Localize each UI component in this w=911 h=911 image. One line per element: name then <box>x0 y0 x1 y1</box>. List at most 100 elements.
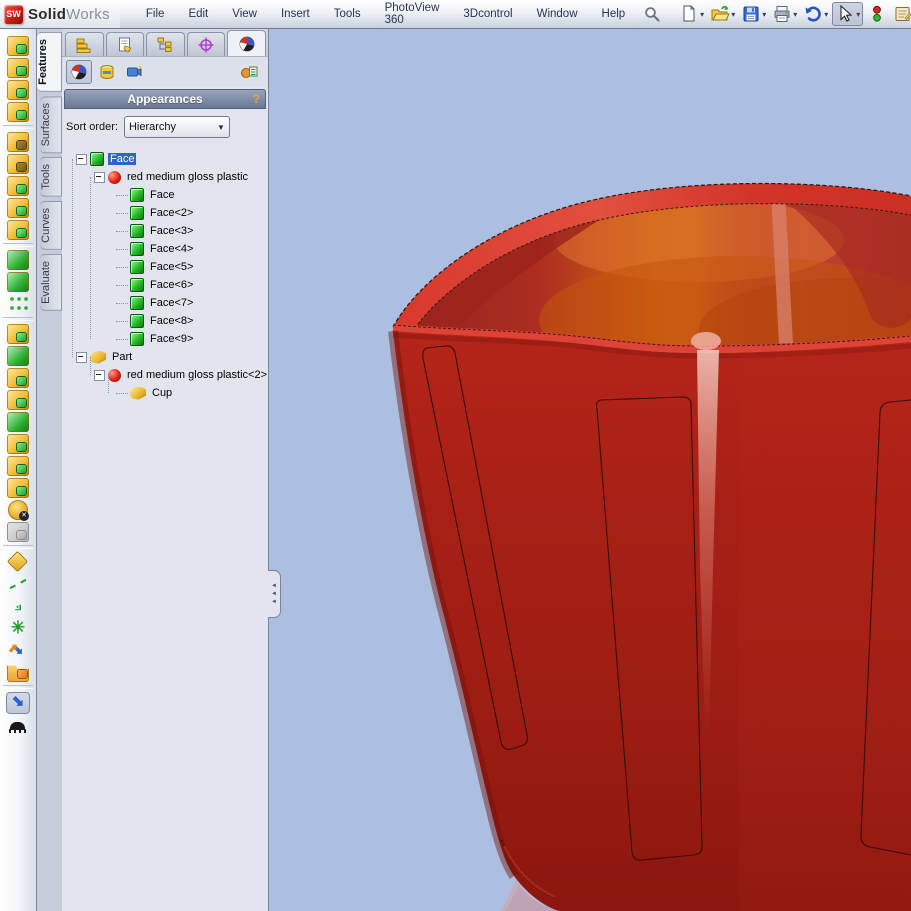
decals-button[interactable] <box>95 61 119 83</box>
tree-item-face-9-[interactable]: Face<9> <box>70 330 268 348</box>
coordinate-system-icon[interactable]: ⟓ <box>7 596 29 616</box>
tree-item-label[interactable]: Face<3> <box>148 225 195 237</box>
tree-item-label[interactable]: Part <box>110 351 134 363</box>
fillet-icon[interactable] <box>7 250 29 270</box>
wrap-icon[interactable] <box>7 390 29 410</box>
imported-folder-icon[interactable] <box>7 662 29 682</box>
dropdown-arrow-icon[interactable]: ▾ <box>762 10 766 19</box>
tree-item-face-6-[interactable]: Face<6> <box>70 276 268 294</box>
save-button[interactable]: ▾ <box>739 3 768 25</box>
hole-wizard-icon[interactable] <box>7 154 29 174</box>
help-button[interactable]: ? <box>253 92 260 106</box>
tree-item-face-3-[interactable]: Face<3> <box>70 222 268 240</box>
model-cup[interactable] <box>269 28 911 911</box>
sort-order-dropdown[interactable]: Hierarchy ▼ <box>124 116 230 138</box>
rib-icon[interactable] <box>7 324 29 344</box>
mirror-icon[interactable] <box>7 434 29 454</box>
dropdown-arrow-icon[interactable]: ▾ <box>700 10 704 19</box>
cup-body[interactable] <box>393 331 911 911</box>
tree-item-part[interactable]: Part <box>70 348 268 366</box>
point-icon[interactable]: ✳ <box>7 618 29 638</box>
tree-item-face[interactable]: Face <box>70 186 268 204</box>
draft-icon[interactable] <box>7 346 29 366</box>
delete-face-icon[interactable] <box>8 500 28 520</box>
undo-button[interactable]: ▾ <box>801 3 830 25</box>
render-options-button[interactable] <box>237 61 261 83</box>
revolved-cut-icon[interactable] <box>7 176 29 196</box>
menu-insert[interactable]: Insert <box>269 0 322 28</box>
tree-expand-box[interactable] <box>76 352 87 363</box>
tab-features[interactable]: Features <box>37 32 62 92</box>
properties-button[interactable] <box>891 3 911 25</box>
flex-icon[interactable] <box>7 522 29 542</box>
appearances-wheel-button[interactable] <box>66 60 92 84</box>
instant3d-icon[interactable]: ⬊ <box>6 692 30 714</box>
linear-pattern-icon[interactable] <box>7 294 29 314</box>
menu-window[interactable]: Window <box>525 0 590 28</box>
tree-item-face-5-[interactable]: Face<5> <box>70 258 268 276</box>
manager-tab-feature-manager[interactable] <box>65 32 104 56</box>
lofted-cut-icon[interactable] <box>7 220 29 240</box>
tree-item-label[interactable]: Face<5> <box>148 261 195 273</box>
tree-item-label[interactable]: Face<7> <box>148 297 195 309</box>
dropdown-arrow-icon[interactable]: ▾ <box>856 10 860 19</box>
tree-item-red-medium-gloss-plastic-2-[interactable]: red medium gloss plastic<2> <box>70 366 268 384</box>
menu-edit[interactable]: Edit <box>176 0 220 28</box>
tree-expand-box[interactable] <box>76 154 87 165</box>
print-button[interactable]: ▾ <box>770 3 799 25</box>
tree-item-label[interactable]: Face<2> <box>148 207 195 219</box>
tree-item-label[interactable]: Face <box>148 189 176 201</box>
menu-file[interactable]: File <box>134 0 177 28</box>
tree-item-face[interactable]: Face <box>70 150 268 168</box>
dropdown-arrow-icon[interactable]: ▾ <box>793 10 797 19</box>
panel-collapse-handle[interactable]: ◄ ◄ ◄ <box>268 570 281 618</box>
tree-item-label[interactable]: Face <box>108 153 136 165</box>
menu-3dcontrol[interactable]: 3Dcontrol <box>451 0 524 28</box>
dropdown-arrow-icon[interactable]: ▾ <box>824 10 828 19</box>
tree-item-label[interactable]: Face<9> <box>148 333 195 345</box>
lofted-boss-icon[interactable] <box>7 102 29 122</box>
tree-item-face-2-[interactable]: Face<2> <box>70 204 268 222</box>
chamfer-icon[interactable] <box>7 272 29 292</box>
tree-item-face-7-[interactable]: Face<7> <box>70 294 268 312</box>
move-face-icon[interactable] <box>7 478 29 498</box>
tree-item-label[interactable]: Face<8> <box>148 315 195 327</box>
curve-pattern-icon[interactable] <box>7 456 29 476</box>
dome-icon[interactable] <box>7 412 29 432</box>
menu-view[interactable]: View <box>220 0 269 28</box>
menu-photoview-360[interactable]: PhotoView 360 <box>373 0 452 28</box>
move-copy-icon[interactable]: ⬊ <box>7 640 29 660</box>
dropdown-arrow-icon[interactable]: ▾ <box>731 10 735 19</box>
tree-item-label[interactable]: Face<6> <box>148 279 195 291</box>
revolved-boss-icon[interactable] <box>7 58 29 78</box>
tree-item-label[interactable]: red medium gloss plastic<2> <box>125 369 268 381</box>
tab-tools[interactable]: Tools <box>40 157 62 197</box>
select-cursor-button[interactable]: ▾ <box>832 2 863 26</box>
tree-item-label[interactable]: red medium gloss plastic <box>125 171 250 183</box>
tree-item-cup[interactable]: Cup <box>70 384 268 402</box>
search-icon[interactable] <box>643 5 661 23</box>
manager-tab-property-manager[interactable] <box>106 32 145 56</box>
tree-item-face-8-[interactable]: Face<8> <box>70 312 268 330</box>
manager-tab-dimxpert-manager[interactable] <box>187 32 226 56</box>
tree-item-red-medium-gloss-plastic[interactable]: red medium gloss plastic <box>70 168 268 186</box>
swept-cut-icon[interactable] <box>7 198 29 218</box>
freeze-bar-icon[interactable] <box>7 716 29 736</box>
tree-expand-box[interactable] <box>94 370 105 381</box>
menu-tools[interactable]: Tools <box>322 0 373 28</box>
extruded-cut-icon[interactable] <box>7 132 29 152</box>
scene-lights-cameras-button[interactable]: ★ <box>122 61 146 83</box>
swept-boss-icon[interactable] <box>7 80 29 100</box>
manager-tab-configuration-manager[interactable] <box>146 32 185 56</box>
reference-geometry-icon[interactable] <box>7 552 29 572</box>
manager-tab-display-manager[interactable] <box>227 30 266 56</box>
open-button[interactable]: ▾ <box>708 3 737 25</box>
extruded-boss-icon[interactable] <box>7 36 29 56</box>
shell-icon[interactable] <box>7 368 29 388</box>
menu-help[interactable]: Help <box>590 0 638 28</box>
tree-item-label[interactable]: Cup <box>150 387 174 399</box>
traffic-light-button[interactable] <box>865 3 889 25</box>
tree-item-face-4-[interactable]: Face<4> <box>70 240 268 258</box>
new-document-button[interactable]: ▾ <box>677 3 706 25</box>
graphics-viewport[interactable] <box>269 28 911 911</box>
